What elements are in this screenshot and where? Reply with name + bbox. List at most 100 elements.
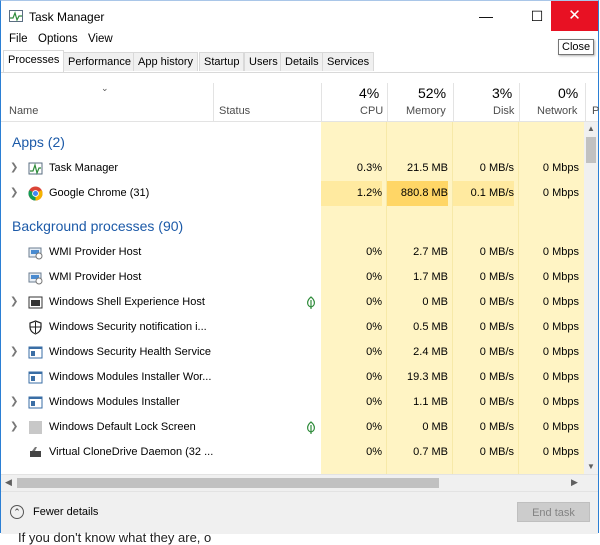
table-row[interactable]: Windows Security notification i... 0% 0.…	[1, 315, 584, 340]
header-name[interactable]: Name	[9, 105, 38, 117]
disk-value: 0 MB/s	[479, 446, 514, 458]
wmi-icon	[28, 272, 43, 285]
process-name: Windows Default Lock Screen	[49, 421, 196, 433]
header-power[interactable]: P	[592, 105, 599, 117]
table-row[interactable]: Virtual CloneDrive Daemon (32 ... 0% 0.7…	[1, 440, 584, 465]
tab-strip: Processes Performance App history Startu…	[1, 50, 598, 73]
disc-drive-icon	[30, 447, 41, 457]
tab-performance[interactable]: Performance	[63, 52, 136, 71]
header-disk-percent[interactable]: 3%	[492, 85, 512, 101]
scroll-thumb[interactable]	[586, 137, 596, 163]
lock-screen-icon	[29, 421, 42, 434]
scroll-left-icon[interactable]: ◀	[5, 477, 12, 488]
title-bar[interactable]: Task Manager — ☐ ✕	[1, 1, 598, 31]
column-divider[interactable]	[387, 83, 388, 121]
table-row[interactable]: WMI Provider Host 0% 1.7 MB 0 MB/s 0 Mbp…	[1, 265, 584, 290]
chevron-right-icon[interactable]: ❯	[10, 396, 18, 407]
window-app-icon	[28, 396, 43, 409]
cpu-value: 0%	[366, 246, 382, 258]
process-name: WMI Provider Host	[49, 271, 142, 283]
horizontal-scrollbar[interactable]: ◀ ▶	[1, 474, 598, 491]
cpu-value: 0%	[366, 346, 382, 358]
disk-value: 0 MB/s	[479, 296, 514, 308]
group-apps-title[interactable]: Apps (2)	[12, 134, 65, 150]
fewer-details-link[interactable]: Fewer details	[33, 506, 98, 518]
table-row[interactable]: ❯ Google Chrome (31) 1.2% 880.8 MB 0.1 M…	[1, 181, 584, 206]
menu-file[interactable]: File	[9, 33, 28, 45]
task-manager-icon	[28, 162, 43, 175]
chevron-right-icon[interactable]: ❯	[10, 296, 18, 307]
network-value: 0 Mbps	[542, 346, 579, 358]
column-divider[interactable]	[519, 83, 520, 121]
menu-options[interactable]: Options	[38, 33, 78, 45]
column-divider[interactable]	[321, 83, 322, 121]
tab-startup[interactable]: Startup	[199, 52, 245, 71]
process-name: Windows Security notification i...	[49, 321, 207, 333]
disk-value: 0 MB/s	[479, 421, 514, 433]
chevron-right-icon[interactable]: ❯	[10, 162, 18, 173]
footer-bar: ⌃ Fewer details End task	[1, 491, 598, 534]
network-value: 0 Mbps	[542, 246, 579, 258]
chevron-right-icon[interactable]: ❯	[10, 187, 18, 198]
header-network-percent[interactable]: 0%	[558, 85, 578, 101]
table-row[interactable]: ❯ Windows Shell Experience Host 0% 0 MB …	[1, 290, 584, 315]
memory-value: 19.3 MB	[407, 371, 448, 383]
header-status[interactable]: Status	[219, 105, 250, 117]
scroll-up-icon[interactable]: ▲	[587, 124, 595, 133]
process-name: Windows Shell Experience Host	[49, 296, 205, 308]
vertical-scrollbar[interactable]: ▲ ▼	[584, 122, 598, 474]
close-icon: ✕	[568, 7, 581, 24]
column-divider[interactable]	[585, 83, 586, 121]
header-network[interactable]: Network	[537, 105, 577, 117]
process-name: Virtual CloneDrive Daemon (32 ...	[49, 446, 214, 458]
header-cpu-percent[interactable]: 4%	[359, 85, 379, 101]
column-divider[interactable]	[453, 83, 454, 121]
end-task-button[interactable]: End task	[517, 502, 590, 522]
scroll-down-icon[interactable]: ▼	[587, 462, 595, 471]
memory-value: 21.5 MB	[407, 162, 448, 174]
memory-value: 1.7 MB	[413, 271, 448, 283]
header-disk[interactable]: Disk	[493, 105, 514, 117]
background-page-text: If you don't know what they are, o	[18, 530, 212, 545]
close-tooltip: Close	[558, 39, 595, 55]
tab-services[interactable]: Services	[322, 52, 375, 71]
chevron-down-icon[interactable]: ⌄	[101, 83, 109, 94]
chevron-right-icon[interactable]: ❯	[10, 421, 18, 432]
scroll-thumb[interactable]	[17, 478, 439, 488]
table-row[interactable]: ❯ Windows Default Lock Screen 0% 0 MB 0 …	[1, 415, 584, 440]
minimize-button[interactable]: —	[464, 1, 508, 31]
chevron-up-icon[interactable]: ⌃	[10, 505, 24, 519]
minimize-icon: —	[479, 8, 493, 24]
memory-value: 880.8 MB	[387, 181, 448, 206]
network-value: 0 Mbps	[542, 371, 579, 383]
network-value: 0 Mbps	[542, 271, 579, 283]
scroll-right-icon[interactable]: ▶	[571, 477, 578, 488]
network-value: 0 Mbps	[542, 446, 579, 458]
table-row[interactable]: ❯ Task Manager 0.3% 21.5 MB 0 MB/s 0 Mbp…	[1, 156, 584, 181]
process-name: Google Chrome (31)	[49, 187, 150, 199]
tab-processes[interactable]: Processes	[3, 50, 65, 72]
disk-value: 0 MB/s	[479, 271, 514, 283]
header-memory-percent[interactable]: 52%	[418, 85, 446, 101]
table-row[interactable]: ❯ Windows Security Health Service 0% 2.4…	[1, 340, 584, 365]
tab-users[interactable]: Users	[244, 52, 283, 71]
cpu-value: 0.3%	[356, 162, 382, 174]
disk-value: 0 MB/s	[479, 162, 514, 174]
table-row[interactable]: Windows Modules Installer Wor... 0% 19.3…	[1, 365, 584, 390]
table-row[interactable]: ❯ Windows Modules Installer 0% 1.1 MB 0 …	[1, 390, 584, 415]
close-button[interactable]: ✕	[551, 1, 598, 31]
tab-details[interactable]: Details	[280, 52, 324, 71]
tab-app-history[interactable]: App history	[133, 52, 199, 71]
header-memory[interactable]: Memory	[406, 105, 446, 117]
disk-value: 0 MB/s	[479, 371, 514, 383]
table-row[interactable]: WMI Provider Host 0% 2.7 MB 0 MB/s 0 Mbp…	[1, 240, 584, 265]
group-background-title[interactable]: Background processes (90)	[12, 218, 183, 234]
chevron-right-icon[interactable]: ❯	[10, 346, 18, 357]
column-divider[interactable]	[213, 83, 214, 121]
process-name: Task Manager	[49, 162, 119, 174]
process-name: Windows Modules Installer	[49, 396, 180, 408]
menu-view[interactable]: View	[88, 33, 113, 45]
memory-value: 2.4 MB	[413, 346, 448, 358]
header-cpu[interactable]: CPU	[360, 105, 383, 117]
cpu-value: 0%	[366, 371, 382, 383]
